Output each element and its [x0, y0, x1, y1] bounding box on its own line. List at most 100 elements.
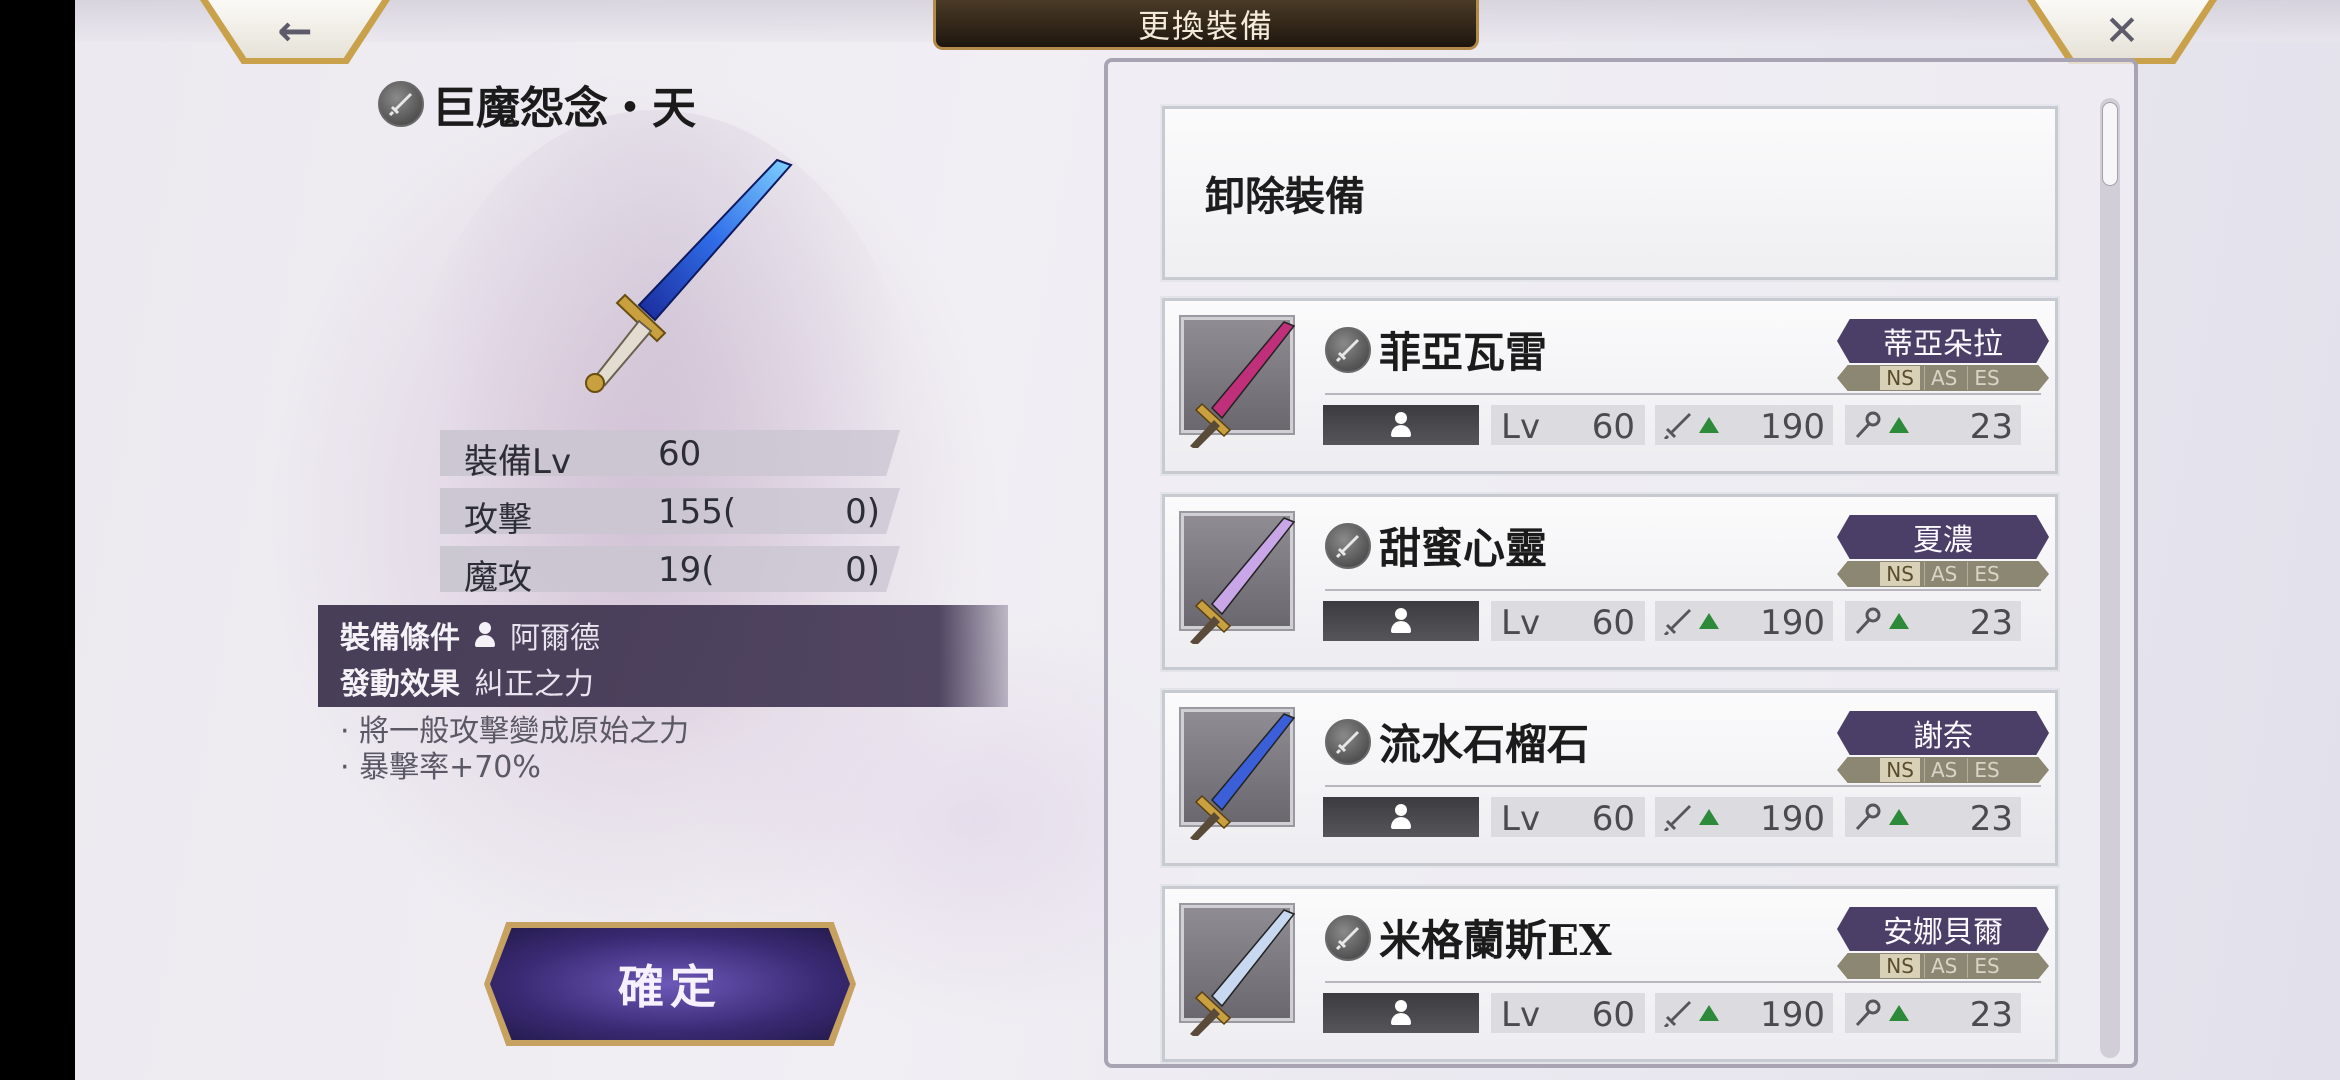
up-arrow-icon: [1699, 613, 1719, 629]
unequip-button[interactable]: 卸除裝備: [1160, 104, 2060, 282]
level-value: 60: [1591, 603, 1635, 643]
person-icon: [474, 622, 496, 648]
equipment-item[interactable]: 米格蘭斯EX 安娜貝爾 NS AS ES Lv 60 190 23: [1160, 884, 2060, 1064]
weapon-name: 菲亞瓦雷: [1379, 328, 1548, 377]
attack-box: 190: [1655, 993, 1833, 1035]
attack-box: 190: [1655, 601, 1833, 643]
sword-stat-icon: [1663, 609, 1691, 635]
equipment-item[interactable]: 甜蜜心靈 夏濃 NS AS ES Lv 60 190 23: [1160, 492, 2060, 672]
style-es: ES: [1967, 562, 2005, 586]
attack-box: 190: [1655, 405, 1833, 447]
style-es: ES: [1967, 366, 2005, 390]
up-arrow-icon: [1699, 417, 1719, 433]
list-scrollbar[interactable]: [2100, 98, 2120, 1058]
magic-box: 23: [1845, 797, 2021, 839]
attack-box: 190: [1655, 797, 1833, 839]
weapon-name: 流水石榴石: [1379, 720, 1590, 769]
character-slot: [1323, 993, 1479, 1033]
up-arrow-icon: [1889, 809, 1909, 825]
owner-name: 蒂亞朵拉: [1883, 327, 2003, 362]
up-arrow-icon: [1699, 1005, 1719, 1021]
equipment-item[interactable]: 流水石榴石 謝奈 NS AS ES Lv 60 190 23: [1160, 688, 2060, 868]
level-box: Lv 60: [1491, 797, 1645, 839]
style-as: AS: [1923, 562, 1963, 586]
level-label: Lv: [1501, 603, 1541, 643]
owner-name: 夏濃: [1913, 523, 1973, 558]
attack-value: 190: [1760, 995, 1825, 1035]
character-slot: [1323, 601, 1479, 641]
person-icon: [1390, 1000, 1412, 1026]
owner-tag: 蒂亞朵拉: [1837, 319, 2049, 363]
selected-weapon-title: 巨魔怨念・天: [378, 72, 696, 136]
divider: [1325, 589, 2041, 591]
weapon-name: 米格蘭斯EX: [1379, 916, 1612, 965]
level-label: Lv: [1501, 407, 1541, 447]
confirm-button[interactable]: 確定: [484, 922, 856, 1046]
sword-stat-icon: [1663, 413, 1691, 439]
sword-icon: [1325, 522, 1371, 569]
attack-value: 190: [1760, 799, 1825, 839]
staff-stat-icon: [1855, 411, 1881, 439]
stat-magic-attack: 魔攻 19( 0): [440, 546, 900, 592]
confirm-label: 確定: [618, 960, 722, 1014]
style-es: ES: [1967, 954, 2005, 978]
staff-stat-icon: [1855, 607, 1881, 635]
level-label: Lv: [1501, 799, 1541, 839]
owner-tag: 夏濃: [1837, 515, 2049, 559]
up-arrow-icon: [1699, 809, 1719, 825]
effect-description: · 將一般攻擊變成原始之力 · 暴擊率+70%: [340, 714, 689, 786]
staff-stat-icon: [1855, 999, 1881, 1027]
style-badges: NS AS ES: [1837, 757, 2049, 783]
person-icon: [1390, 804, 1412, 830]
level-box: Lv 60: [1491, 405, 1645, 447]
level-value: 60: [1591, 799, 1635, 839]
weapon-thumbnail: [1181, 317, 1296, 448]
style-ns: NS: [1880, 758, 1920, 782]
equipment-item[interactable]: 菲亞瓦雷 蒂亞朵拉 NS AS ES Lv 60 190 23: [1160, 296, 2060, 476]
level-box: Lv 60: [1491, 993, 1645, 1035]
person-icon: [1390, 412, 1412, 438]
style-badges: NS AS ES: [1837, 953, 2049, 979]
up-arrow-icon: [1889, 1005, 1909, 1021]
divider: [1325, 981, 2041, 983]
staff-stat-icon: [1855, 803, 1881, 831]
owner-tag: 謝奈: [1837, 711, 2049, 755]
effect-label: 發動效果: [340, 667, 460, 702]
sword-icon: [378, 81, 424, 127]
sword-icon: [1325, 914, 1371, 961]
owner-name: 安娜貝爾: [1883, 915, 2003, 950]
stat-value: 60: [658, 434, 702, 474]
style-badges: NS AS ES: [1837, 365, 2049, 391]
scroll-thumb[interactable]: [2102, 102, 2118, 186]
stat-bonus: 0): [845, 492, 880, 532]
magic-value: 23: [1969, 799, 2013, 839]
up-arrow-icon: [1889, 417, 1909, 433]
character-slot: [1323, 405, 1479, 445]
sword-stat-icon: [1663, 1001, 1691, 1027]
stat-equip-level: 裝備Lv 60: [440, 430, 900, 476]
sword-icon: [1325, 718, 1371, 765]
page-title-plate: 更換裝備: [933, 0, 1479, 50]
level-box: Lv 60: [1491, 601, 1645, 643]
effect-line: · 將一般攻擊變成原始之力: [340, 714, 690, 749]
owner-tag: 安娜貝爾: [1837, 907, 2049, 951]
selected-weapon-image: [585, 158, 793, 393]
condition-value: 阿爾德: [510, 621, 600, 656]
equip-condition-box: 裝備條件 阿爾德 發動效果 糾正之力: [318, 605, 1008, 707]
page-title: 更換裝備: [1137, 6, 1274, 45]
equipment-change-screen: ← 更換裝備 ✕ 巨魔怨念・天 裝備Lv 60 攻擊 155(0) 魔攻 19…: [0, 0, 2340, 1080]
weapon-thumbnail: [1181, 905, 1296, 1036]
screen-edge: [0, 0, 75, 1080]
stat-bonus: 0): [845, 550, 880, 590]
selected-weapon-name: 巨魔怨念・天: [432, 83, 696, 134]
level-value: 60: [1591, 995, 1635, 1035]
effect-line: · 暴擊率+70%: [340, 750, 541, 785]
magic-box: 23: [1845, 405, 2021, 447]
style-as: AS: [1923, 954, 1963, 978]
style-as: AS: [1923, 758, 1963, 782]
owner-name: 謝奈: [1913, 719, 1973, 754]
attack-value: 190: [1760, 603, 1825, 643]
stat-label: 裝備Lv: [464, 442, 572, 482]
sword-icon: [1325, 326, 1371, 373]
style-badges: NS AS ES: [1837, 561, 2049, 587]
